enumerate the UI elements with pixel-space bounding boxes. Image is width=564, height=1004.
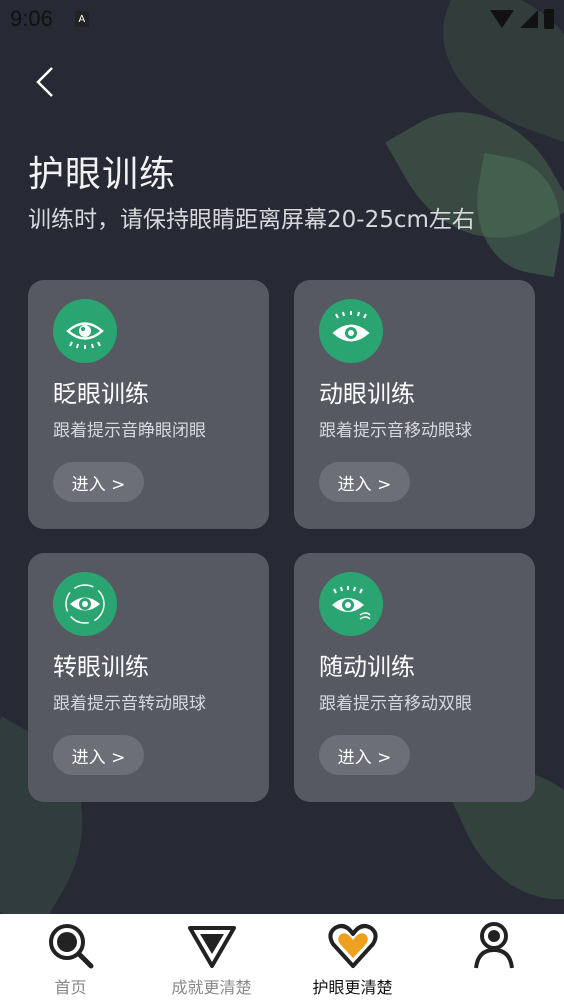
card-description: 跟着提示音移动眼球 [319, 421, 472, 441]
enter-button[interactable]: 进入 > [53, 735, 144, 775]
back-button[interactable] [28, 62, 64, 102]
nav-item-profile[interactable] [423, 914, 564, 1004]
enter-button[interactable]: 进入 > [319, 735, 410, 775]
training-card-blink[interactable]: 眨眼训练 跟着提示音睁眼闭眼 进入 > [28, 280, 269, 529]
main-screen: 9:06 A 护眼训练 训练时，请保持眼睛距离屏幕20-25cm左右 眨眼训练 … [0, 0, 564, 914]
card-description: 跟着提示音移动双眼 [319, 694, 472, 714]
diamond-icon [186, 920, 238, 972]
card-title: 眨眼训练 [53, 380, 149, 408]
enter-button[interactable]: 进入 > [319, 462, 410, 502]
chevron-left-icon [36, 67, 53, 97]
training-card-move[interactable]: 动眼训练 跟着提示音移动眼球 进入 > [294, 280, 535, 529]
battery-icon [544, 9, 554, 29]
nav-item-home[interactable]: 首页 [0, 914, 141, 1004]
blink-eye-icon [53, 299, 117, 363]
move-eye-icon [319, 299, 383, 363]
card-description: 跟着提示音睁眼闭眼 [53, 421, 206, 441]
page-subtitle: 训练时，请保持眼睛距离屏幕20-25cm左右 [28, 207, 475, 233]
nav-label: 成就更清楚 [171, 978, 252, 997]
heart-icon [327, 920, 379, 972]
wifi-icon [490, 10, 514, 28]
signal-icon [520, 10, 538, 28]
status-bar: 9:06 A [0, 0, 564, 38]
follow-eye-icon [319, 572, 383, 636]
notification-icon: A [74, 11, 89, 27]
card-title: 动眼训练 [319, 380, 415, 408]
bottom-nav: 首页 成就更清楚 护眼更清楚 [0, 914, 564, 1004]
nav-item-eyecare[interactable]: 护眼更清楚 [282, 914, 423, 1004]
training-card-rotate[interactable]: 转眼训练 跟着提示音转动眼球 进入 > [28, 553, 269, 802]
status-indicators [490, 9, 554, 29]
nav-label: 护眼更清楚 [312, 978, 393, 997]
card-title: 转眼训练 [53, 653, 149, 681]
card-description: 跟着提示音转动眼球 [53, 694, 206, 714]
card-title: 随动训练 [319, 653, 415, 681]
search-icon [45, 920, 97, 972]
user-icon [468, 920, 520, 972]
enter-button[interactable]: 进入 > [53, 462, 144, 502]
rotate-eye-icon [53, 572, 117, 636]
nav-item-achievement[interactable]: 成就更清楚 [141, 914, 282, 1004]
training-card-follow[interactable]: 随动训练 跟着提示音移动双眼 进入 > [294, 553, 535, 802]
nav-label: 首页 [54, 978, 87, 997]
page-title: 护眼训练 [28, 154, 177, 195]
status-time: 9:06 [10, 6, 53, 31]
